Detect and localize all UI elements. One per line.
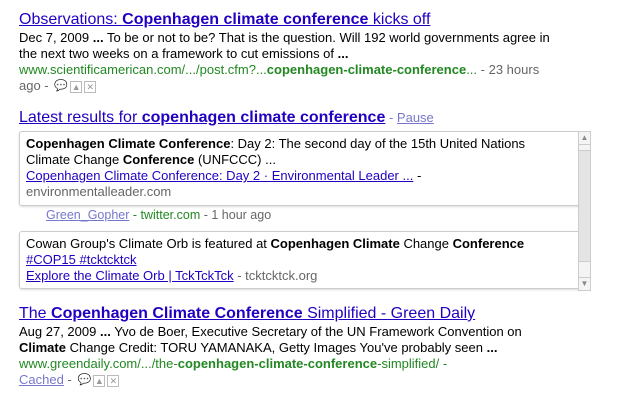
result-3-snippet: Aug 27, 2009 ... Yvo de Boer, Executive … [19, 324, 522, 355]
result-3-tools: 💬 ▲ ✕ [77, 374, 120, 387]
result-1-url: www.scientificamerican.com/.../post.cfm?… [19, 62, 478, 77]
realtime-1-user-link[interactable]: Green_Gopher [46, 208, 129, 222]
remove-icon[interactable]: ✕ [107, 374, 120, 387]
result-1-snippet: Dec 7, 2009 ... To be or not to be? That… [19, 30, 550, 61]
scroll-up-icon[interactable]: ▲ [579, 132, 590, 145]
remove-icon[interactable]: ✕ [84, 80, 97, 93]
promote-icon[interactable]: ▲ [70, 80, 83, 93]
result-3-title-link[interactable]: The Copenhagen Climate Conference Simpli… [19, 304, 629, 324]
realtime-2-link[interactable]: Explore the Climate Orb | TckTckTck [26, 268, 234, 283]
realtime-2-tags-link[interactable]: #COP15 #tcktcktck [26, 252, 137, 267]
promote-icon[interactable]: ▲ [93, 374, 106, 387]
realtime-1-meta: Green_Gopher - twitter.com - 1 hour ago [46, 208, 272, 222]
realtime-2-text: Cowan Group's Climate Orb is featured at… [26, 236, 525, 251]
realtime-scrollbar[interactable]: ▲ ▼ [578, 131, 591, 291]
result-1: Observations: Copenhagen climate confere… [19, 10, 629, 94]
result-1-title-link[interactable]: Observations: Copenhagen climate confere… [19, 10, 629, 30]
realtime-1-link[interactable]: Copenhagen Climate Conference: Day 2 · E… [26, 168, 413, 183]
result-3-url: www.greendaily.com/.../the-copenhagen-cl… [19, 356, 448, 371]
realtime-result-1: Copenhagen Climate Conference: Day 2: Th… [19, 131, 584, 206]
result-3-url-line: www.greendaily.com/.../the-copenhagen-cl… [19, 356, 448, 387]
comment-icon[interactable]: 💬 [77, 374, 92, 385]
scroll-thumb[interactable] [579, 150, 590, 262]
scroll-down-icon[interactable]: ▼ [579, 277, 590, 290]
comment-icon[interactable]: 💬 [54, 80, 68, 91]
realtime-result-2: Cowan Group's Climate Orb is featured at… [19, 231, 584, 289]
latest-results-header: Latest results for copenhagen climate co… [19, 109, 434, 126]
result-1-url-line: www.scientificamerican.com/.../post.cfm?… [19, 62, 540, 93]
latest-results-title[interactable]: Latest results for copenhagen climate co… [19, 109, 385, 126]
realtime-1-domain: environmentalleader.com [26, 184, 172, 199]
pause-link[interactable]: Pause [397, 110, 434, 125]
result-1-tools: 💬 ▲ ✕ [54, 80, 97, 93]
cached-link[interactable]: Cached [19, 372, 64, 387]
result-3: The Copenhagen Climate Conference Simpli… [19, 304, 629, 388]
realtime-1-text: Copenhagen Climate Conference: Day 2: Th… [26, 136, 526, 167]
